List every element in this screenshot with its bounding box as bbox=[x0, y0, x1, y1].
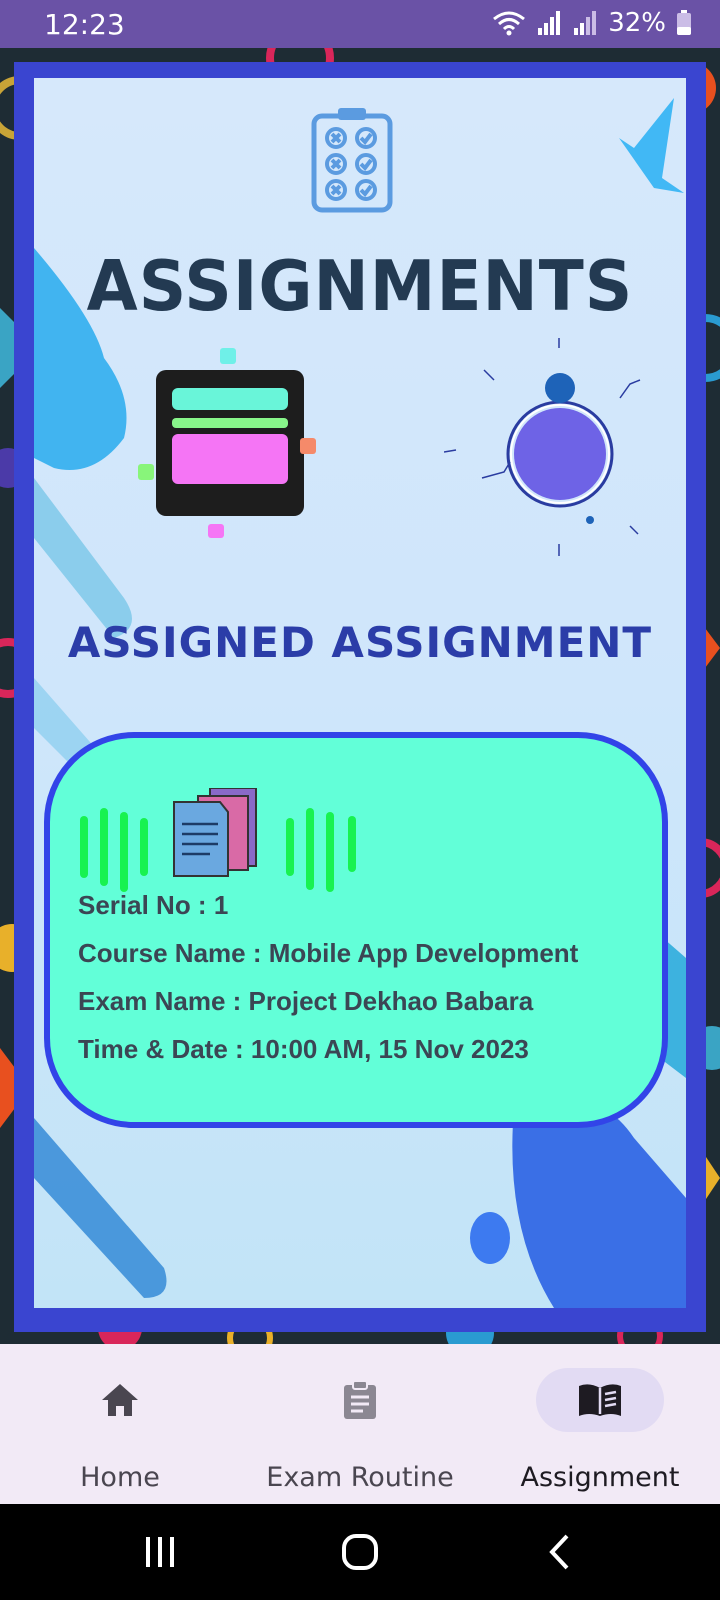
section-title: ASSIGNED ASSIGNMENT bbox=[67, 618, 653, 667]
exam-name: Exam Name : Project Dekhao Babara bbox=[78, 986, 534, 1016]
recent-apps-icon bbox=[146, 1537, 174, 1567]
home-circle-icon bbox=[342, 1534, 378, 1570]
nav-item-assignment[interactable]: Assignment bbox=[480, 1344, 720, 1504]
course-name: Course Name : Mobile App Development bbox=[78, 938, 579, 968]
book-icon bbox=[579, 1384, 621, 1416]
nav-item-exam-routine[interactable]: Exam Routine bbox=[240, 1344, 480, 1504]
nav-label-exam-routine: Exam Routine bbox=[266, 1462, 454, 1493]
page-title: ASSIGNMENTS bbox=[86, 246, 634, 327]
form-illustration-icon bbox=[138, 348, 316, 538]
home-system-button[interactable] bbox=[300, 1504, 420, 1600]
status-time: 12:23 bbox=[44, 8, 125, 41]
recent-apps-button[interactable] bbox=[100, 1504, 220, 1600]
bottom-navigation: Home Exam Routine Assignment bbox=[0, 1344, 720, 1504]
wifi-icon bbox=[493, 11, 526, 36]
nav-item-home[interactable]: Home bbox=[0, 1344, 240, 1504]
nav-label-home: Home bbox=[80, 1462, 160, 1493]
status-icons: 32% bbox=[492, 8, 692, 38]
serial-number: Serial No : 1 bbox=[78, 890, 229, 920]
assignment-card[interactable]: Serial No : 1 Course Name : Mobile App D… bbox=[44, 732, 668, 1128]
back-button[interactable] bbox=[500, 1504, 620, 1600]
time-and-date: Time & Date : 10:00 AM, 15 Nov 2023 bbox=[78, 1034, 529, 1064]
battery-icon bbox=[677, 10, 691, 35]
back-chevron-icon bbox=[549, 1534, 569, 1570]
system-navigation-bar bbox=[0, 1504, 720, 1600]
document-sound-wave-graphic bbox=[80, 788, 356, 892]
documents-icon bbox=[173, 788, 257, 877]
battery-percent: 32% bbox=[608, 8, 666, 38]
assignments-panel: ASSIGNMENTS ASSIGNED ASSIGNMENT Serial N… bbox=[34, 78, 686, 1308]
status-bar: 12:23 32% bbox=[0, 0, 720, 48]
clipboard-icon bbox=[344, 1380, 376, 1419]
nav-label-assignment: Assignment bbox=[520, 1462, 680, 1493]
home-icon bbox=[102, 1384, 138, 1416]
signal-icon-secondary bbox=[574, 11, 597, 35]
signal-icon bbox=[538, 11, 561, 35]
assignments-frame: ASSIGNMENTS ASSIGNED ASSIGNMENT Serial N… bbox=[14, 62, 706, 1332]
orbit-illustration-icon bbox=[444, 338, 641, 556]
checklist-clipboard-icon bbox=[311, 108, 393, 213]
